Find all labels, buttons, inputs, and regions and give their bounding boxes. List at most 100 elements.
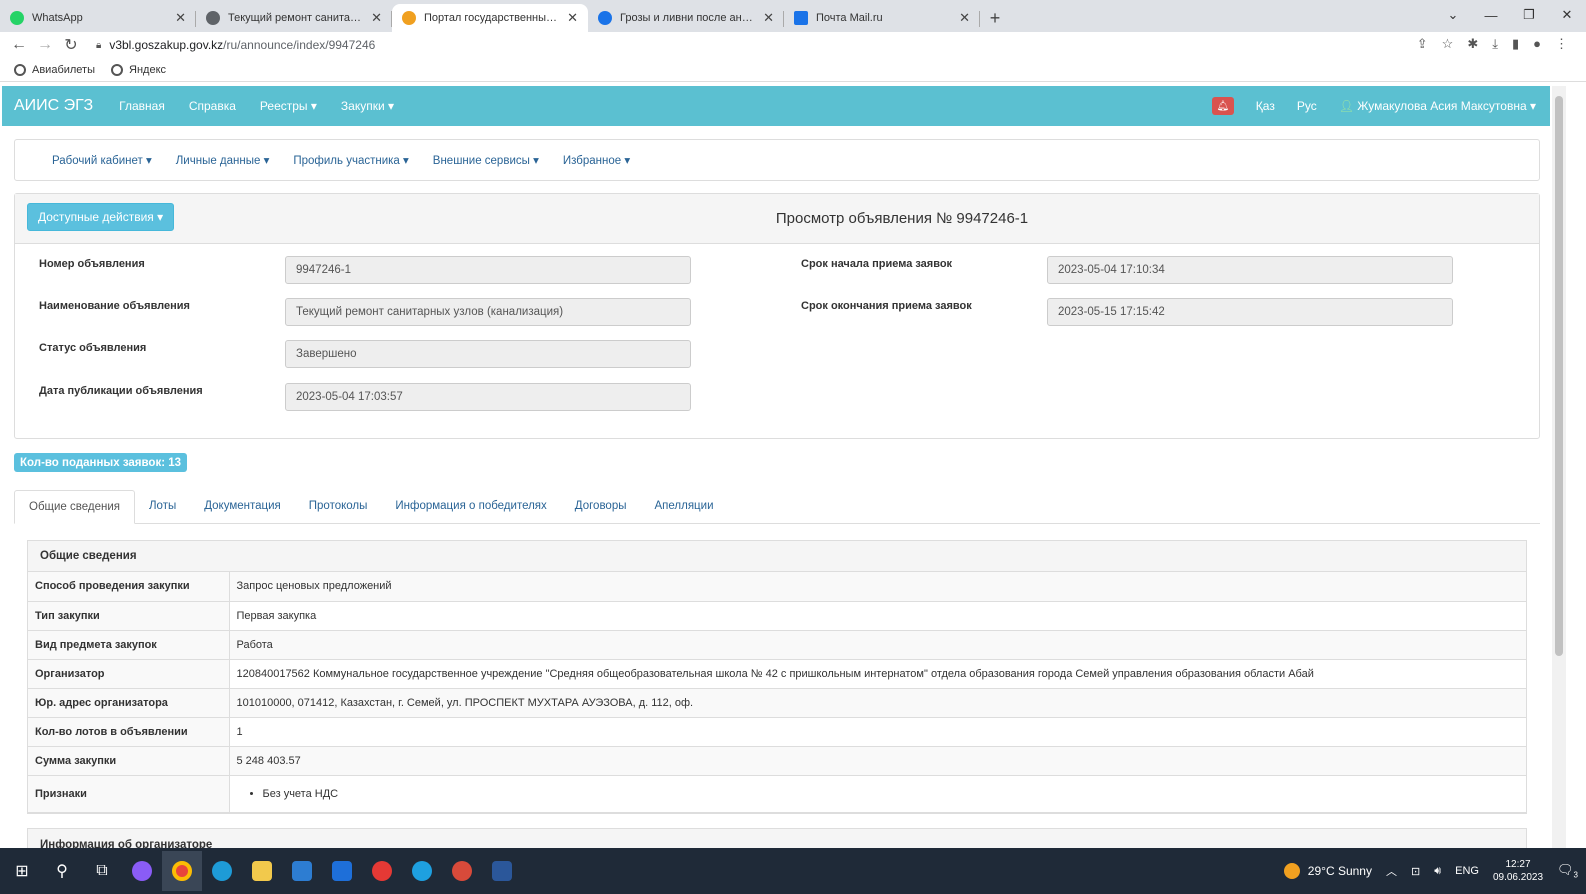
- field-label: Дата публикации объявления: [39, 385, 203, 397]
- table-row: Вид предмета закупок Работа: [28, 630, 1526, 660]
- reload-icon[interactable]: ↻: [58, 35, 84, 55]
- close-icon[interactable]: ✕: [175, 10, 186, 26]
- tab-documents[interactable]: Документация: [190, 489, 295, 523]
- tab-appeals[interactable]: Апелляции: [641, 489, 728, 523]
- nav-item-home[interactable]: Главная: [119, 99, 165, 113]
- task-view-icon[interactable]: ⧉: [82, 851, 122, 891]
- tab-protocols[interactable]: Протоколы: [295, 489, 382, 523]
- subnav-personal[interactable]: Личные данные ▾: [176, 153, 270, 167]
- search-icon[interactable]: ⚲: [42, 851, 82, 891]
- subnav-services[interactable]: Внешние сервисы ▾: [433, 153, 539, 167]
- language-indicator[interactable]: ENG: [1455, 865, 1479, 877]
- lang-kz-link[interactable]: Қаз: [1256, 99, 1275, 113]
- announcement-status-field[interactable]: Завершено: [285, 340, 691, 368]
- scrollbar[interactable]: [1552, 86, 1566, 848]
- forward-icon[interactable]: →: [32, 36, 58, 54]
- minimize-icon[interactable]: —: [1472, 0, 1510, 30]
- weather-widget[interactable]: 29°C Sunny: [1283, 863, 1372, 879]
- address-bar: ← → ↻ 🔒︎ v3bl.goszakup.gov.kz/ru/announc…: [0, 32, 1586, 58]
- bookmark-item[interactable]: Яндекс: [111, 63, 166, 76]
- notifications-icon[interactable]: 🗨︎3: [1557, 862, 1578, 880]
- restore-icon[interactable]: ❐: [1510, 0, 1548, 30]
- tab-contracts[interactable]: Договоры: [561, 489, 641, 523]
- portal-icon: [402, 11, 416, 25]
- tab-lots[interactable]: Лоты: [135, 489, 190, 523]
- nav-item-help[interactable]: Справка: [189, 99, 236, 113]
- tab-general[interactable]: Общие сведения: [14, 490, 135, 524]
- windows-start-icon[interactable]: ⊞: [2, 851, 42, 891]
- notifications-count: 3: [1573, 870, 1578, 880]
- user-menu[interactable]: 👤︎ Жумакулова Асия Максутовна ▾: [1339, 99, 1536, 113]
- close-icon[interactable]: ✕: [763, 10, 774, 26]
- subnav-profile[interactable]: Профиль участника ▾: [293, 153, 408, 167]
- tab-title: Почта Mail.ru: [816, 12, 883, 24]
- chrome-icon[interactable]: [162, 851, 202, 891]
- publication-date-field[interactable]: 2023-05-04 17:03:57: [285, 383, 691, 411]
- bookmark-label: Авиабилеты: [32, 63, 96, 76]
- network-icon[interactable]: ⊡: [1411, 865, 1420, 878]
- field-label: Срок окончания приема заявок: [801, 300, 972, 312]
- tab-winners[interactable]: Информация о победителях: [381, 489, 560, 523]
- subnav-cabinet[interactable]: Рабочий кабинет ▾: [52, 153, 152, 167]
- store-icon[interactable]: [282, 851, 322, 891]
- clock[interactable]: 12:27 09.06.2023: [1493, 858, 1543, 884]
- browser-tab[interactable]: Грозы и ливни после аномальн ✕: [588, 4, 784, 32]
- tray-chevron-icon[interactable]: ︿: [1386, 863, 1397, 879]
- general-info-table: Способ проведения закупки Запрос ценовых …: [28, 572, 1526, 813]
- scrollbar-thumb[interactable]: [1555, 96, 1563, 656]
- announcement-name-field[interactable]: Текущий ремонт санитарных узлов (канализ…: [285, 298, 691, 326]
- bookmarks-bar: Авиабилеты Яндекс: [0, 58, 1586, 82]
- lang-ru-link[interactable]: Рус: [1297, 99, 1317, 113]
- sub-navbar: Рабочий кабинет ▾ Личные данные ▾ Профил…: [14, 139, 1540, 181]
- bell-icon[interactable]: 🔔︎: [1211, 97, 1234, 115]
- volume-icon[interactable]: 🔊︎: [1434, 865, 1441, 878]
- star-icon[interactable]: ☆: [1442, 36, 1454, 52]
- word-icon[interactable]: [482, 851, 522, 891]
- brand-logo[interactable]: АИИС ЭГЗ: [14, 97, 93, 115]
- browser-tab[interactable]: Почта Mail.ru ✕: [784, 4, 980, 32]
- app-icon[interactable]: [442, 851, 482, 891]
- back-icon[interactable]: ←: [6, 36, 32, 54]
- edge-icon[interactable]: [202, 851, 242, 891]
- yandex-browser-icon[interactable]: [362, 851, 402, 891]
- alice-icon[interactable]: [122, 851, 162, 891]
- url-host: v3bl.goszakup.gov.kz: [109, 38, 224, 52]
- close-window-icon[interactable]: ✕: [1548, 0, 1586, 30]
- browser-tab[interactable]: Текущий ремонт санитарных уз ✕: [196, 4, 392, 32]
- browser-tab[interactable]: WhatsApp ✕: [0, 4, 196, 32]
- field-label: Наименование объявления: [39, 300, 190, 312]
- row-value: Без учета НДС: [229, 775, 1526, 813]
- extensions-icon[interactable]: ✱: [1467, 36, 1478, 52]
- row-key: Юр. адрес организатора: [28, 688, 230, 718]
- profile-icon[interactable]: ●: [1533, 36, 1541, 52]
- close-icon[interactable]: ✕: [959, 10, 970, 26]
- internet-explorer-icon[interactable]: [402, 851, 442, 891]
- file-explorer-icon[interactable]: [242, 851, 282, 891]
- download-icon[interactable]: ⤓: [1492, 36, 1498, 52]
- menu-icon[interactable]: ⋮: [1555, 36, 1568, 52]
- tab-search-icon[interactable]: ⌄: [1434, 0, 1472, 30]
- sidepanel-icon[interactable]: ▮: [1512, 36, 1519, 52]
- section-heading: Информация об организаторе: [27, 828, 1527, 848]
- url-field[interactable]: 🔒︎ v3bl.goszakup.gov.kz/ru/announce/inde…: [96, 38, 375, 52]
- start-date-field[interactable]: 2023-05-04 17:10:34: [1047, 256, 1453, 284]
- nav-item-purchases[interactable]: Закупки ▾: [341, 99, 394, 113]
- user-name: Жумакулова Асия Максутовна ▾: [1357, 99, 1536, 113]
- subnav-favorites[interactable]: Избранное ▾: [563, 153, 630, 167]
- browser-tab-active[interactable]: Портал государственных закупо ✕: [392, 4, 588, 32]
- browser-toolbar: ⇪ ☆ ✱ ⤓ ▮ ● ⋮: [1417, 36, 1568, 52]
- row-value: 1: [229, 717, 1526, 747]
- clock-time: 12:27: [1505, 859, 1531, 870]
- new-tab-button[interactable]: +: [980, 4, 1010, 32]
- row-key: Вид предмета закупок: [28, 630, 230, 660]
- taskbar: ⊞ ⚲ ⧉ 29°C Sunny ︿ ⊡ 🔊︎ ENG 12:27 09.06.2…: [0, 848, 1586, 894]
- mail-app-icon[interactable]: [322, 851, 362, 891]
- end-date-field[interactable]: 2023-05-15 17:15:42: [1047, 298, 1453, 326]
- announcement-number-field[interactable]: 9947246-1: [285, 256, 691, 284]
- close-icon[interactable]: ✕: [371, 10, 382, 26]
- table-row: Кол-во лотов в объявлении 1: [28, 717, 1526, 747]
- bookmark-item[interactable]: Авиабилеты: [14, 63, 96, 76]
- nav-item-registries[interactable]: Реестры ▾: [260, 99, 317, 113]
- share-icon[interactable]: ⇪: [1417, 36, 1428, 52]
- close-icon[interactable]: ✕: [567, 10, 578, 26]
